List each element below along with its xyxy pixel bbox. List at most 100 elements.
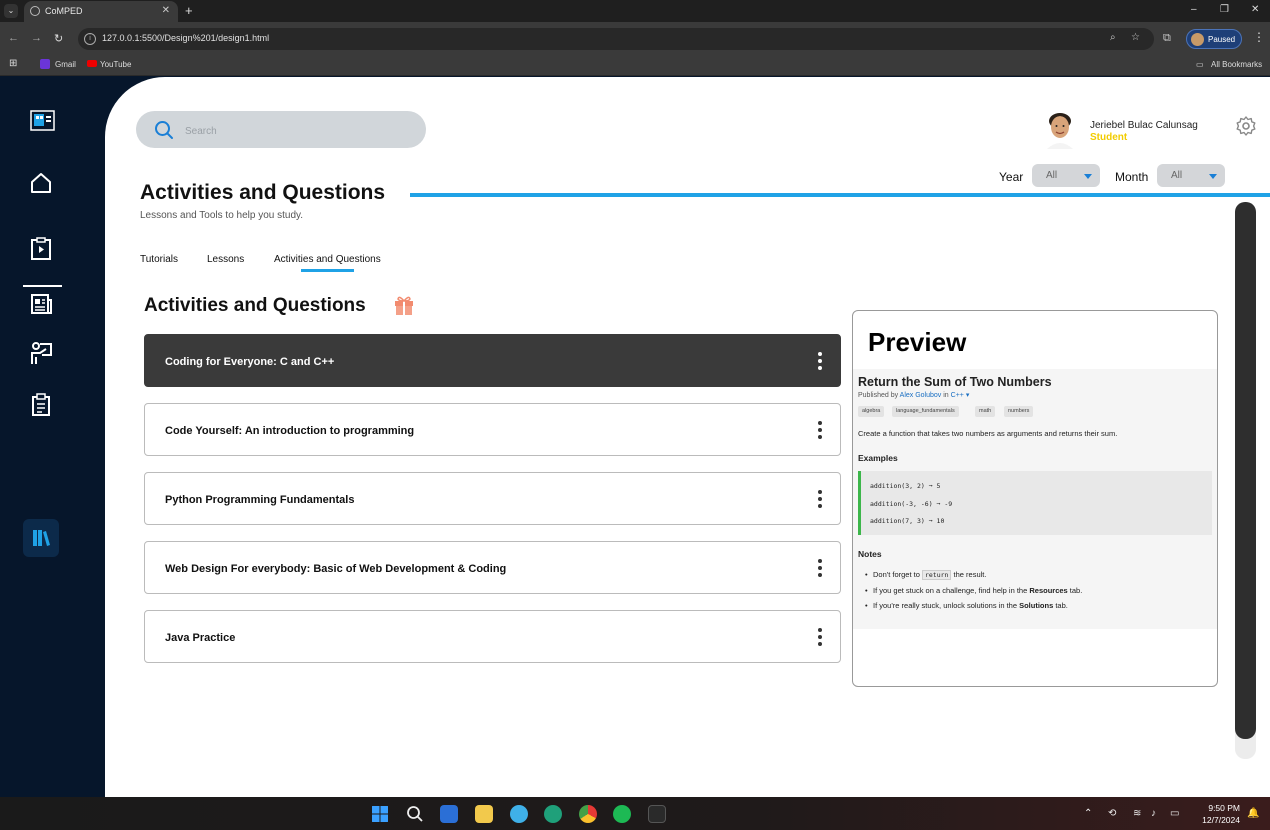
sidebar-item-library[interactable]	[23, 519, 59, 557]
published-by-label: Published by	[858, 392, 899, 399]
clipboard-list-icon[interactable]	[28, 392, 54, 418]
profile-button[interactable]: Paused	[1186, 29, 1242, 49]
course-title: Web Design For everybody: Basic of Web D…	[165, 563, 507, 575]
comped-logo-icon[interactable]	[30, 110, 55, 131]
close-tab-icon[interactable]: ✕	[162, 5, 170, 16]
note-text: If you get stuck on a challenge, find he…	[873, 586, 1030, 595]
course-title: Coding for Everyone: C and C++	[165, 356, 335, 368]
edge-icon[interactable]	[544, 805, 562, 823]
apps-grid-icon[interactable]: ⊞	[9, 58, 17, 69]
home-icon[interactable]	[28, 170, 54, 196]
new-tab-button[interactable]: +	[185, 3, 193, 18]
more-options-icon[interactable]	[818, 421, 822, 441]
tab-activities-and-questions[interactable]: Activities and Questions	[274, 254, 381, 265]
forward-arrow-icon[interactable]: →	[31, 32, 42, 44]
wifi-icon[interactable]: ≋	[1133, 808, 1141, 819]
course-card[interactable]: Coding for Everyone: C and C++	[144, 334, 841, 387]
gear-icon[interactable]	[1235, 115, 1257, 137]
back-arrow-icon[interactable]: ←	[8, 32, 19, 44]
preview-content: Return the Sum of Two Numbers Published …	[853, 369, 1217, 629]
store-icon[interactable]	[440, 805, 458, 823]
more-options-icon[interactable]	[818, 559, 822, 579]
section-title: Activities and Questions	[144, 295, 366, 316]
spotify-icon[interactable]	[613, 805, 631, 823]
bookmark-star-icon[interactable]: ☆	[1131, 32, 1140, 43]
windows-start-icon[interactable]	[371, 805, 389, 823]
clock-time: 9:50 PM	[1208, 803, 1240, 813]
user-role: Student	[1090, 132, 1128, 143]
example-line: addition(-3, -6) ➞ -9	[870, 500, 953, 508]
course-card[interactable]: Java Practice	[144, 610, 841, 663]
main-content: Search Jeriebel Bulac Calunsag Student Y…	[105, 77, 1270, 797]
newspaper-icon[interactable]	[28, 291, 54, 317]
globe-icon	[30, 6, 40, 16]
author-link[interactable]: Alex Golubov	[900, 392, 942, 399]
tab-search-button[interactable]: ⌄	[4, 4, 18, 18]
restore-button[interactable]: ❐	[1220, 4, 1229, 15]
browser-menu-icon[interactable]: ⋮	[1253, 30, 1265, 44]
zoom-icon[interactable]: ⌕	[1110, 32, 1116, 43]
extensions-icon[interactable]: ⧉	[1163, 32, 1171, 45]
tag[interactable]: math	[975, 406, 996, 417]
problem-title: Return the Sum of Two Numbers	[858, 375, 1052, 389]
site-info-icon[interactable]: i	[84, 33, 96, 45]
year-select[interactable]: All	[1032, 164, 1100, 187]
reload-icon[interactable]: ↻	[54, 32, 63, 45]
avatar[interactable]	[1045, 111, 1075, 149]
tag[interactable]: language_fundamentals	[892, 406, 959, 417]
tag[interactable]: algebra	[858, 406, 885, 417]
course-card[interactable]: Code Yourself: An introduction to progra…	[144, 403, 841, 456]
tag[interactable]: numbers	[1004, 406, 1034, 417]
chevron-up-icon[interactable]: ⌃	[1084, 808, 1092, 819]
books-icon	[33, 530, 50, 546]
clock-date: 12/7/2024	[1202, 815, 1240, 825]
sidebar-divider	[23, 285, 62, 287]
preview-heading: Preview	[868, 327, 967, 357]
file-explorer-icon[interactable]	[475, 805, 493, 823]
figma-icon[interactable]	[648, 805, 666, 823]
clipboard-play-icon[interactable]	[28, 236, 54, 262]
search-icon	[155, 121, 173, 139]
gift-icon	[395, 296, 413, 315]
sync-icon[interactable]: ⟲	[1108, 808, 1116, 819]
battery-icon[interactable]: ▭	[1170, 808, 1179, 819]
minimize-button[interactable]: –	[1191, 4, 1197, 15]
scrollbar[interactable]	[1235, 202, 1256, 759]
example-line: addition(3, 2) ➞ 5	[870, 482, 941, 490]
more-options-icon[interactable]	[818, 352, 822, 372]
bookmark-youtube[interactable]: YouTube	[100, 60, 131, 69]
scrollbar-thumb[interactable]	[1235, 202, 1256, 739]
browser-tab[interactable]: CoMPED ✕	[24, 1, 178, 22]
notification-bell-icon[interactable]: 🔔	[1247, 808, 1259, 819]
search-input[interactable]: Search	[136, 111, 426, 148]
language-link[interactable]: C++ ▾	[951, 392, 970, 399]
bookmarks-bar: ⊞ Gmail YouTube ▭ All Bookmarks	[0, 55, 1270, 76]
address-bar-row: ← → ↻ i 127.0.0.1:5500/Design%201/design…	[0, 22, 1270, 55]
help-icon[interactable]	[510, 805, 528, 823]
examples-heading: Examples	[858, 453, 898, 463]
search-icon[interactable]	[406, 805, 424, 823]
in-label: in	[943, 392, 949, 399]
month-value: All	[1171, 170, 1183, 181]
bookmark-gmail[interactable]: Gmail	[55, 60, 76, 69]
course-card[interactable]: Python Programming Fundamentals	[144, 472, 841, 525]
close-window-button[interactable]: ✕	[1251, 4, 1259, 15]
course-card[interactable]: Web Design For everybody: Basic of Web D…	[144, 541, 841, 594]
note-text: tab.	[1053, 601, 1068, 610]
tab-lessons[interactable]: Lessons	[207, 254, 244, 265]
chrome-icon[interactable]	[579, 805, 597, 823]
url-bar[interactable]: i 127.0.0.1:5500/Design%201/design1.html…	[78, 28, 1154, 50]
taskbar: ⌃ ⟲ ≋ ♪ ▭ 9:50 PM 12/7/2024 🔔	[0, 797, 1270, 830]
volume-icon[interactable]: ♪	[1151, 808, 1156, 819]
all-bookmarks[interactable]: All Bookmarks	[1211, 60, 1262, 69]
taskbar-clock[interactable]: 9:50 PM 12/7/2024	[1190, 802, 1240, 826]
tab-tutorials[interactable]: Tutorials	[140, 254, 178, 265]
profile-avatar	[1191, 33, 1204, 46]
more-options-icon[interactable]	[818, 490, 822, 510]
month-select[interactable]: All	[1157, 164, 1225, 187]
youtube-icon	[87, 60, 97, 67]
presentation-icon[interactable]	[28, 340, 54, 366]
problem-description: Create a function that takes two numbers…	[858, 429, 1118, 438]
more-options-icon[interactable]	[818, 628, 822, 648]
note-item: Don't forget to return the result.	[865, 570, 986, 580]
